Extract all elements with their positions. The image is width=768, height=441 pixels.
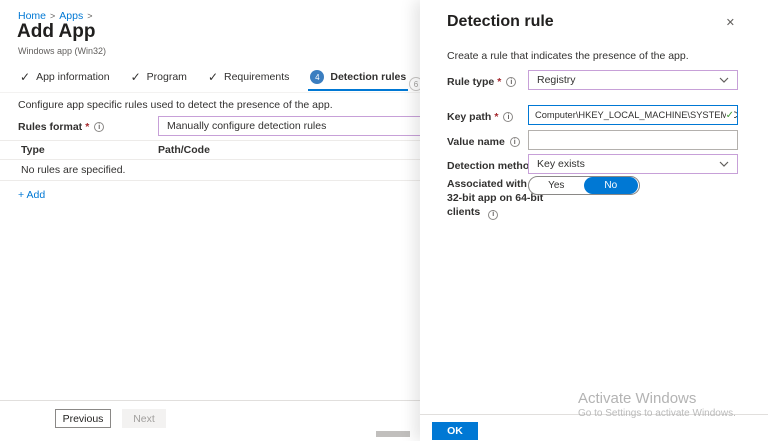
detection-method-label-text: Detection method <box>447 160 536 172</box>
key-path-input[interactable]: Computer\HKEY_LOCAL_MACHINE\SYSTEM\Curre… <box>528 105 738 125</box>
value-name-label: Value name i <box>447 136 520 148</box>
key-path-label-text: Key path <box>447 111 491 123</box>
step-label: Detection rules <box>330 71 406 83</box>
info-icon[interactable]: i <box>94 122 104 132</box>
info-icon[interactable]: i <box>503 112 513 122</box>
chevron-down-icon <box>719 77 729 83</box>
activate-windows-watermark-sub: Go to Settings to activate Windows. <box>578 408 736 419</box>
blade-description: Configure app specific rules used to det… <box>18 99 333 111</box>
info-icon[interactable]: i <box>510 137 520 147</box>
rules-format-label-text: Rules format <box>18 121 82 133</box>
activate-windows-watermark: Activate Windows <box>578 390 696 407</box>
detection-rule-panel: Detection rule ✕ Create a rule that indi… <box>420 0 768 441</box>
ok-button[interactable]: OK <box>432 422 478 440</box>
key-path-value: Computer\HKEY_LOCAL_MACHINE\SYSTEM\Curre… <box>535 110 738 120</box>
step-label: Requirements <box>224 71 289 83</box>
page-title: Add App <box>17 21 95 43</box>
close-icon[interactable]: ✕ <box>726 16 735 29</box>
rule-type-label: Rule type * i <box>447 76 516 88</box>
step-program[interactable]: ✓ Program <box>129 64 189 91</box>
table-divider <box>0 159 420 160</box>
info-icon[interactable]: i <box>488 210 498 220</box>
breadcrumb-separator: > <box>87 11 92 21</box>
rule-type-value: Registry <box>537 74 576 86</box>
toggle-option-yes[interactable]: Yes <box>529 180 584 191</box>
rules-format-select[interactable]: Manually configure detection rules <box>158 116 450 136</box>
horizontal-scrollbar[interactable] <box>376 431 410 437</box>
required-marker: * <box>497 76 501 88</box>
previous-button[interactable]: Previous <box>55 409 111 428</box>
table-divider <box>0 180 420 181</box>
assoc-32bit-toggle[interactable]: Yes No <box>528 176 640 195</box>
rule-type-label-text: Rule type <box>447 76 494 88</box>
required-marker: * <box>494 111 498 123</box>
valid-check-icon: ✓ <box>726 110 734 121</box>
footer-divider <box>0 400 420 401</box>
step-requirements[interactable]: ✓ Requirements <box>206 64 291 91</box>
detection-method-select[interactable]: Key exists <box>528 154 738 174</box>
check-icon: ✓ <box>20 70 30 84</box>
toggle-option-no[interactable]: No <box>584 177 639 194</box>
info-icon[interactable]: i <box>506 77 516 87</box>
value-name-input[interactable] <box>528 130 738 150</box>
chevron-down-icon <box>719 161 729 167</box>
panel-title: Detection rule <box>447 13 554 31</box>
add-rule-link[interactable]: + Add <box>18 189 45 201</box>
empty-rules-message: No rules are specified. <box>21 164 125 176</box>
tabs-divider <box>0 92 420 93</box>
required-marker: * <box>85 121 89 133</box>
column-header-type: Type <box>21 144 45 156</box>
step-label: Program <box>147 71 187 83</box>
value-name-label-text: Value name <box>447 136 505 148</box>
panel-description: Create a rule that indicates the presenc… <box>447 50 689 62</box>
key-path-label: Key path * i <box>447 111 513 123</box>
detection-method-value: Key exists <box>537 158 585 170</box>
step-number-badge: 4 <box>310 70 324 84</box>
breadcrumb-separator: > <box>50 11 55 21</box>
step-detection-rules[interactable]: 4 Detection rules <box>308 64 408 91</box>
check-icon: ✓ <box>208 70 218 84</box>
check-icon: ✓ <box>131 70 141 84</box>
rules-format-value: Manually configure detection rules <box>167 120 326 132</box>
table-divider <box>0 140 420 141</box>
rule-type-select[interactable]: Registry <box>528 70 738 90</box>
page-subtitle: Windows app (Win32) <box>18 46 106 56</box>
step-app-information[interactable]: ✓ App information <box>18 64 112 91</box>
column-header-path-code: Path/Code <box>158 144 210 156</box>
rules-format-label: Rules format * i <box>18 121 104 133</box>
step-label: App information <box>36 71 110 83</box>
next-button[interactable]: Next <box>122 409 166 428</box>
